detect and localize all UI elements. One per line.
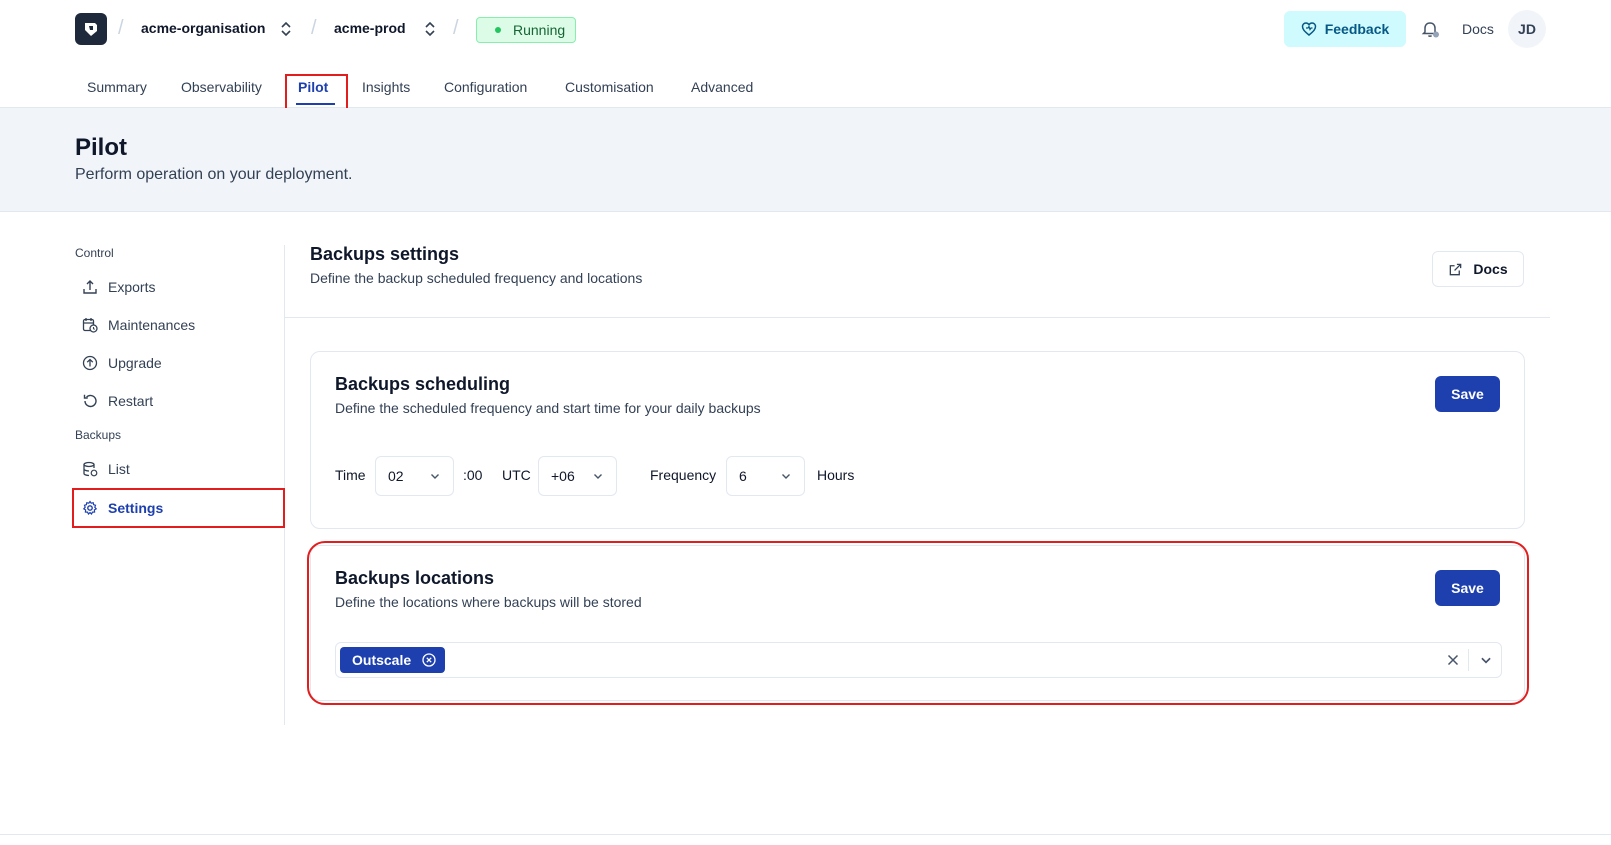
chevron-up-down-icon[interactable] [423,20,437,38]
sidebar-item-label: Exports [108,279,156,295]
sidebar-item-restart[interactable]: Restart [82,390,153,412]
avatar-initials: JD [1518,21,1536,37]
arrow-up-circle-icon [82,355,98,371]
rotate-ccw-icon [83,394,97,408]
page-title: Pilot [75,134,127,161]
frequency-label: Frequency [650,467,717,483]
frequency-select[interactable]: 6 [726,456,805,496]
utc-label: UTC [502,467,531,483]
upload-icon [83,280,97,294]
hour-value: 02 [388,468,404,484]
highlight-box-settings [72,488,285,528]
tab-insights[interactable]: Insights [362,79,410,95]
sidebar-item-label: Upgrade [108,355,162,371]
tab-customisation[interactable]: Customisation [565,79,654,95]
feedback-button[interactable]: Feedback [1284,11,1406,47]
docs-button-label: Docs [1473,261,1508,277]
breadcrumb-separator: / [311,17,317,39]
section-description: Define the backup scheduled frequency an… [310,270,643,286]
utc-offset-select[interactable]: +06 [538,456,617,496]
sidebar-group-control: Control [75,246,114,260]
utc-offset-value: +06 [551,468,575,484]
chevron-up-down-icon[interactable] [279,20,293,38]
status-dot-icon [495,27,501,33]
highlight-box-tab [285,74,348,111]
tab-advanced[interactable]: Advanced [691,79,753,95]
tab-configuration[interactable]: Configuration [444,79,527,95]
breadcrumb-separator: / [453,17,459,39]
footer-divider [0,834,1611,835]
sidebar-item-label: List [108,461,130,477]
top-bar: / acme-organisation / acme-prod / Runnin… [0,0,1611,58]
save-scheduling-button[interactable]: Save [1435,376,1500,412]
status-badge: Running [476,17,576,43]
section-title: Backups settings [310,244,460,264]
card-description: Define the scheduled frequency and start… [335,400,761,416]
organisation-selector[interactable]: acme-organisation [141,20,265,36]
docs-button[interactable]: Docs [1432,251,1524,287]
page-header: Pilot Perform operation on your deployme… [0,108,1611,212]
project-selector[interactable]: acme-prod [334,20,406,36]
highlight-box-locations [307,541,1529,705]
sidebar-group-backups: Backups [75,428,122,442]
avatar[interactable]: JD [1508,10,1546,48]
sidebar-item-label: Maintenances [108,317,196,333]
main-divider [285,317,1550,318]
bell-icon[interactable] [1420,19,1440,39]
sidebar-item-label: Restart [108,393,154,409]
heart-icon [1301,22,1316,36]
sidebar-item-maintenances[interactable]: Maintenances [82,314,195,336]
chevron-down-icon [782,474,790,479]
page-subtitle: Perform operation on your deployment. [75,166,353,183]
tab-observability[interactable]: Observability [181,79,262,95]
frequency-value: 6 [739,468,747,484]
tab-bar: Summary Observability Pilot Insights Con… [0,58,1611,108]
sidebar-item-upgrade[interactable]: Upgrade [82,352,162,374]
sidebar-item-exports[interactable]: Exports [82,276,155,298]
calendar-clock-icon [82,318,98,333]
tab-summary[interactable]: Summary [87,79,147,95]
feedback-label: Feedback [1324,21,1390,37]
time-label: Time [335,467,366,483]
logo-icon [85,23,97,36]
backups-scheduling-card: Backups scheduling Define the scheduled … [310,351,1525,529]
hour-select[interactable]: 02 [375,456,454,496]
breadcrumb-separator: / [118,17,124,39]
status-label: Running [513,22,566,38]
docs-link[interactable]: Docs [1462,21,1494,37]
minutes-suffix: :00 [463,467,483,483]
chevron-down-icon [594,474,602,479]
database-icon [83,461,98,477]
hours-label: Hours [817,467,855,483]
sidebar-item-list[interactable]: List [82,458,130,480]
card-title: Backups scheduling [335,374,511,394]
external-link-icon [1450,263,1462,275]
chevron-down-icon [431,474,439,479]
app-logo[interactable] [75,13,107,45]
